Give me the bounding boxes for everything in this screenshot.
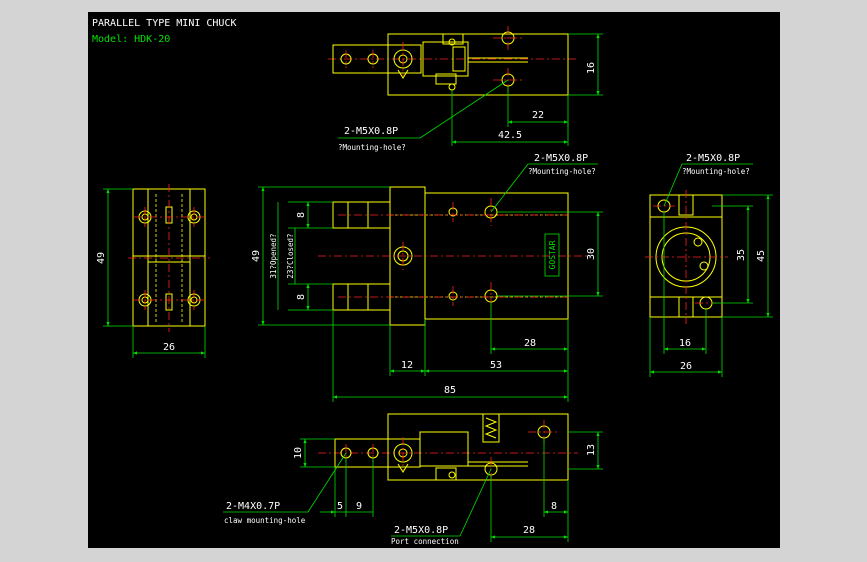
bottom-dim-8: 8 — [551, 501, 557, 512]
top-note-desc: ?Mounting-hole? — [338, 143, 406, 152]
bottom-dim-10: 10 — [293, 447, 304, 459]
right-dim-26: 26 — [680, 361, 692, 372]
right-note-desc: ?Mounting-hole? — [682, 167, 750, 176]
right-dim-35: 35 — [736, 249, 747, 261]
front-dim-8-top: 8 — [296, 212, 307, 218]
front-dim-opened: 31?Opened? — [269, 233, 278, 278]
front-dim-85: 85 — [444, 385, 456, 396]
left-dim-26: 26 — [163, 342, 175, 353]
left-view: 49 26 — [96, 184, 210, 358]
front-dim-12: 12 — [401, 360, 413, 371]
front-note-desc: ?Mounting-hole? — [528, 167, 596, 176]
front-dim-8-bottom: 8 — [296, 294, 307, 300]
drawing-title: PARALLEL TYPE MINI CHUCK — [92, 18, 237, 29]
top-view: 16 22 42.5 2-M5X0.8P ?Mounting-hole? — [328, 26, 603, 152]
top-dim-42-5: 42.5 — [498, 130, 522, 141]
top-note-thread: 2-M5X0.8P — [344, 126, 398, 137]
left-dim-49: 49 — [96, 252, 107, 264]
top-dim-22: 22 — [532, 110, 544, 121]
front-dim-53: 53 — [490, 360, 502, 371]
bottom-dim-13: 13 — [586, 444, 597, 456]
right-dim-45: 45 — [756, 250, 767, 262]
front-dim-30: 30 — [586, 248, 597, 260]
bottom-view: 10 13 5 9 8 28 2-M4X0.7P claw mounting-h… — [223, 413, 603, 546]
cad-viewport: PARALLEL TYPE MINI CHUCK Model: HDK-20 1… — [88, 12, 780, 548]
bottom-note-claw-desc: claw mounting-hole — [224, 516, 306, 525]
front-logo: GOSTAR — [548, 240, 557, 269]
front-dim-49: 49 — [251, 250, 262, 262]
bottom-dim-9: 9 — [356, 501, 362, 512]
model-label: Model: HDK-20 — [92, 34, 170, 45]
front-view: GOSTAR 49 8 8 31?Opened? 23?Closed? 30 2… — [251, 153, 603, 402]
right-note-thread: 2-M5X0.8P — [686, 153, 740, 164]
top-dim-16: 16 — [586, 62, 597, 74]
bottom-note-port-thread: 2-M5X0.8P — [394, 525, 448, 536]
bottom-note-port-desc: Port connection — [391, 537, 459, 546]
drawing-sheet: PARALLEL TYPE MINI CHUCK Model: HDK-20 1… — [92, 18, 773, 546]
front-dim-closed: 23?Closed? — [286, 233, 295, 278]
bottom-note-claw-thread: 2-M4X0.7P — [226, 501, 280, 512]
bottom-dim-5: 5 — [337, 501, 343, 512]
front-note-thread: 2-M5X0.8P — [534, 153, 588, 164]
front-dim-28: 28 — [524, 338, 536, 349]
right-dim-16: 16 — [679, 338, 691, 349]
right-view: 35 45 16 26 2-M5X0.8P ?Mounting-hole? — [645, 153, 773, 377]
bottom-dim-28: 28 — [523, 525, 535, 536]
